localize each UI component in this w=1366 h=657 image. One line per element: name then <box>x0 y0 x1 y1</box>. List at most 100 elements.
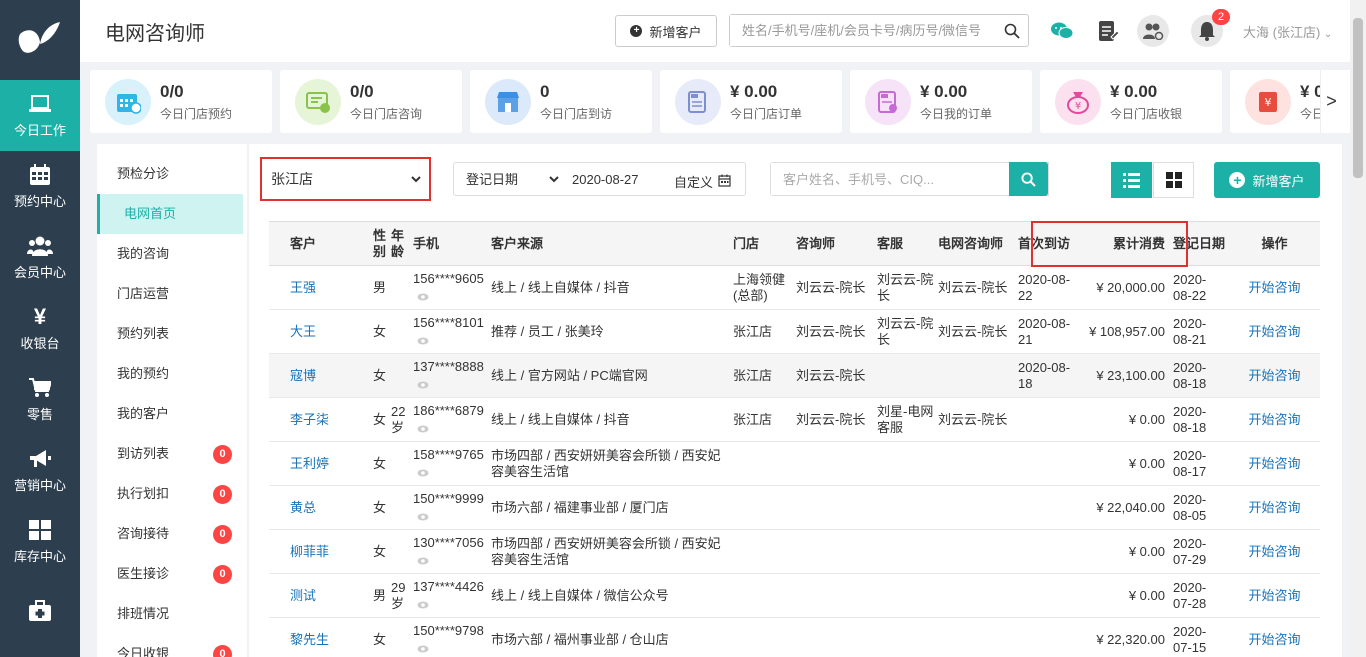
col-customer[interactable]: 客户 <box>269 221 369 266</box>
side-menu-item[interactable]: 我的咨询 <box>97 234 247 274</box>
table-row[interactable]: 黄总 女 150****9999 市场六部 / 福建事业部 / 厦门店 ¥ 22,040… <box>269 485 1320 530</box>
customer-name[interactable]: 寇博 <box>269 353 369 398</box>
custom-date-button[interactable]: 自定义 <box>674 172 731 191</box>
header-add-customer-button[interactable]: + 新增客户 <box>615 15 717 47</box>
table-row[interactable]: 李子柒女 22岁 186****6879 线上 / 线上自媒体 / 抖音 张江店 刘云云-… <box>269 397 1320 442</box>
col-first-visit[interactable]: 首次到访 <box>1014 221 1074 266</box>
start-consult-link[interactable]: 开始咨询 <box>1225 353 1320 398</box>
stat-card[interactable]: 0/0 今日门店预约 <box>90 70 272 133</box>
side-menu-item[interactable]: 电网首页 <box>97 194 243 234</box>
table-row[interactable]: 黎先生 女 150****9798 市场六部 / 福州事业部 / 仓山店 ¥ 22,32… <box>269 617 1320 657</box>
customer-search-button[interactable] <box>1009 162 1048 196</box>
customer-name[interactable]: 大王 <box>269 309 369 354</box>
page-scrollbar[interactable] <box>1350 0 1366 657</box>
search-icon[interactable] <box>1004 23 1020 42</box>
date-type-select[interactable]: 登记日期 <box>462 163 562 195</box>
grid-view-button[interactable] <box>1153 162 1194 198</box>
start-consult-link[interactable]: 开始咨询 <box>1225 265 1320 310</box>
customer-search-input[interactable] <box>771 163 1001 195</box>
nav-item-7[interactable] <box>0 577 80 648</box>
customer-name-link[interactable]: 王利婷 <box>273 456 329 471</box>
side-menu-item[interactable]: 咨询接待 0 <box>97 514 247 554</box>
customer-name-link[interactable]: 王强 <box>273 280 316 295</box>
table-row[interactable]: 王强男 156****9605 线上 / 线上自媒体 / 抖音 上海领健(总部) 刘云云… <box>269 265 1320 310</box>
table-row[interactable]: 寇博 女 137****8888 线上 / 官方网站 / PC端官网 张江店 刘云云-院长… <box>269 353 1320 398</box>
col-grid-consultant[interactable]: 电网咨询师 <box>934 221 1014 266</box>
eye-icon[interactable] <box>417 553 487 569</box>
side-menu-item[interactable]: 我的预约 <box>97 354 247 394</box>
col-source[interactable]: 客户来源 <box>487 221 729 266</box>
customer-name-link[interactable]: 柳菲菲 <box>273 544 329 559</box>
stat-card[interactable]: ¥ ¥ 0.00 今日门店收银 <box>1040 70 1222 133</box>
col-age[interactable]: 年龄 <box>387 221 409 266</box>
customer-name[interactable]: 黎先生 <box>269 617 369 657</box>
side-menu-item[interactable]: 我的客户 <box>97 394 247 434</box>
eye-icon[interactable] <box>417 641 487 657</box>
nav-item-2[interactable]: 会员中心 <box>0 222 80 293</box>
customer-name[interactable]: 李子柒 <box>269 397 369 442</box>
customer-name[interactable]: 柳菲菲 <box>269 529 369 574</box>
stat-card[interactable]: 0/0 今日门店咨询 <box>280 70 462 133</box>
customer-name[interactable]: 测试 <box>269 573 369 618</box>
customer-name-link[interactable]: 黎先生 <box>273 632 329 647</box>
start-consult-link[interactable]: 开始咨询 <box>1225 529 1320 574</box>
side-menu-item[interactable]: 预约列表 <box>97 314 247 354</box>
col-phone[interactable]: 手机 <box>409 221 487 266</box>
nav-item-0[interactable]: 今日工作 <box>0 80 80 151</box>
table-row[interactable]: 大王女 156****8101 推荐 / 员工 / 张美玲 张江店 刘云云-院长 刘云云-… <box>269 309 1320 354</box>
start-consult-link[interactable]: 开始咨询 <box>1225 441 1320 486</box>
wechat-icon[interactable] <box>1046 15 1078 47</box>
butterfly-logo[interactable] <box>0 0 80 80</box>
side-menu-item[interactable]: 今日收银 0 <box>97 634 247 657</box>
table-row[interactable]: 柳菲菲 女 130****7056 市场四部 / 西安妍妍美容会所锁 / 西安妃容美容… <box>269 529 1320 574</box>
start-consult-link[interactable]: 开始咨询 <box>1225 309 1320 354</box>
eye-icon[interactable] <box>417 421 487 437</box>
side-menu-item[interactable]: 排班情况 <box>97 594 247 634</box>
customer-name-link[interactable]: 测试 <box>273 588 316 603</box>
nav-item-3[interactable]: ¥ 收银台 <box>0 293 80 364</box>
eye-icon[interactable] <box>417 333 487 349</box>
side-menu-item[interactable]: 预检分诊 <box>97 154 247 194</box>
eye-icon[interactable] <box>417 597 487 613</box>
table-row[interactable]: 测试 男 29岁 137****4426 线上 / 线上自媒体 / 微信公众号 ¥ 0.0… <box>269 573 1320 618</box>
start-consult-link[interactable]: 开始咨询 <box>1225 573 1320 618</box>
nav-item-4[interactable]: 零售 <box>0 364 80 435</box>
date-value[interactable]: 2020-08-27 <box>572 172 639 187</box>
stat-card[interactable]: ¥ 0.00 今日门店订单 <box>660 70 842 133</box>
list-view-button[interactable] <box>1111 162 1152 198</box>
col-reg-date[interactable]: 登记日期 <box>1169 221 1225 266</box>
add-customer-button[interactable]: + 新增客户 <box>1214 162 1320 198</box>
col-consultant[interactable]: 咨询师 <box>792 221 873 266</box>
nav-item-5[interactable]: 营销中心 <box>0 435 80 506</box>
stat-card[interactable]: 0 今日门店到访 <box>470 70 652 133</box>
side-menu-item[interactable]: 门店运营 <box>97 274 247 314</box>
eye-icon[interactable] <box>417 465 487 481</box>
table-row[interactable]: 王利婷 女 158****9765 市场四部 / 西安妍妍美容会所锁 / 西安妃容美容… <box>269 441 1320 486</box>
document-edit-icon[interactable] <box>1092 15 1124 47</box>
side-menu-item[interactable]: 到访列表 0 <box>97 434 247 474</box>
team-settings-icon[interactable] <box>1137 15 1169 47</box>
start-consult-link[interactable]: 开始咨询 <box>1225 397 1320 442</box>
eye-icon[interactable] <box>417 377 487 393</box>
customer-name-link[interactable]: 黄总 <box>273 500 316 515</box>
stat-card[interactable]: ¥ 0.00 今日我的订单 <box>850 70 1032 133</box>
store-select[interactable]: 张江店 <box>267 165 424 193</box>
start-consult-link[interactable]: 开始咨询 <box>1225 617 1320 657</box>
nav-item-6[interactable]: 库存中心 <box>0 506 80 577</box>
col-service[interactable]: 客服 <box>873 221 934 266</box>
eye-icon[interactable] <box>417 289 487 305</box>
col-store[interactable]: 门店 <box>729 221 792 266</box>
side-menu-item[interactable]: 医生接诊 0 <box>97 554 247 594</box>
user-menu[interactable]: 大海 (张江店) ⌄ <box>1243 22 1332 41</box>
customer-name[interactable]: 王强 <box>269 265 369 310</box>
eye-icon[interactable] <box>417 509 487 525</box>
customer-name-link[interactable]: 李子柒 <box>273 412 329 427</box>
stats-next-button[interactable]: > <box>1320 70 1342 133</box>
customer-name[interactable]: 黄总 <box>269 485 369 530</box>
customer-name-link[interactable]: 大王 <box>273 324 316 339</box>
col-total-spend[interactable]: 累计消费 <box>1074 221 1169 266</box>
start-consult-link[interactable]: 开始咨询 <box>1225 485 1320 530</box>
customer-name[interactable]: 王利婷 <box>269 441 369 486</box>
customer-name-link[interactable]: 寇博 <box>273 368 316 383</box>
nav-item-1[interactable]: 预约中心 <box>0 151 80 222</box>
